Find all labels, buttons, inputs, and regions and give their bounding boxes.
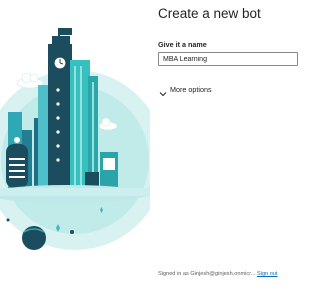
chevron-down-icon bbox=[159, 85, 167, 97]
city-bot-illustration bbox=[0, 28, 150, 250]
more-options-toggle[interactable]: More options bbox=[159, 84, 212, 97]
bot-name-input[interactable] bbox=[158, 52, 298, 66]
signed-in-text: Signed in as Ginjesh@ginjesh.onmicr... bbox=[158, 271, 256, 277]
signed-in-footer: Signed in as Ginjesh@ginjesh.onmicr... S… bbox=[158, 271, 292, 277]
page-title: Create a new bot bbox=[158, 6, 261, 21]
create-bot-panel: Create a new bot Give it a name More opt… bbox=[150, 0, 298, 292]
sign-out-link[interactable]: Sign out bbox=[257, 271, 278, 277]
illustration-panel bbox=[0, 0, 150, 292]
name-field-label: Give it a name bbox=[158, 40, 207, 49]
more-options-label: More options bbox=[170, 84, 212, 94]
